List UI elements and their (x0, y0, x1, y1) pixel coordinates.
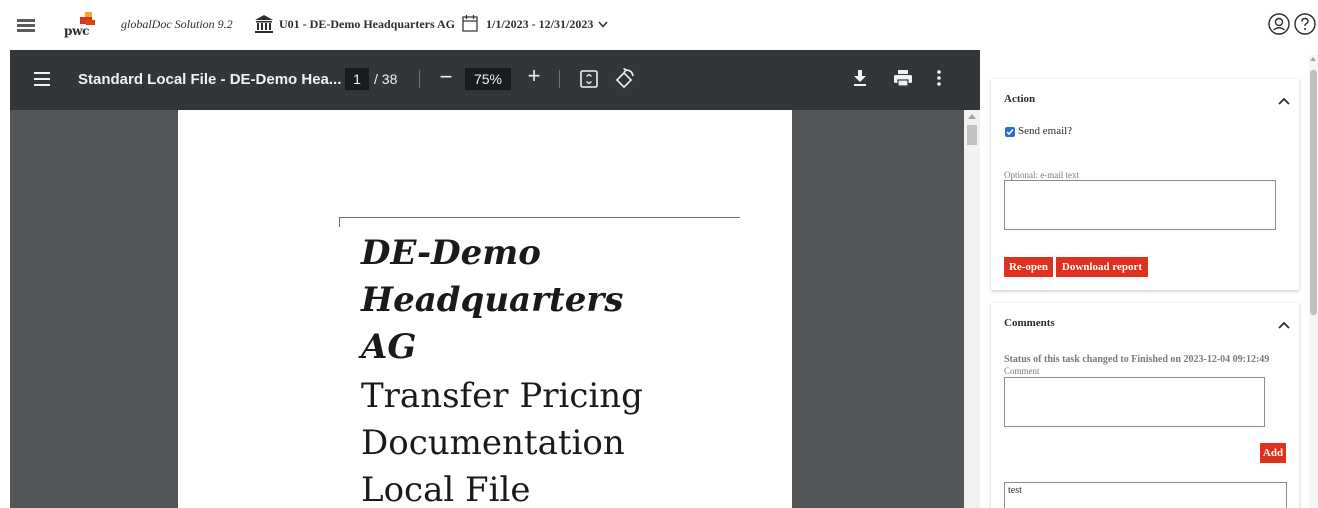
collapse-icon[interactable] (1278, 97, 1290, 105)
chevron-down-icon (598, 21, 608, 28)
pdf-title: Standard Local File - DE-Demo Hea... (78, 71, 342, 88)
help-icon[interactable] (1294, 13, 1316, 35)
fit-page-icon[interactable] (580, 70, 598, 88)
bank-icon (255, 15, 273, 33)
period-text: 1/1/2023 - 12/31/2023 (486, 17, 594, 31)
collapse-icon[interactable] (1278, 321, 1290, 329)
zoom-in-button[interactable]: + (522, 63, 546, 91)
pdf-page: DE-Demo Headquarters AG Transfer Pricing… (178, 110, 792, 508)
zoom-input[interactable]: 75% (465, 68, 511, 90)
scroll-thumb[interactable] (1310, 70, 1317, 315)
reopen-button[interactable]: Re-open (1004, 257, 1053, 277)
entity-selector[interactable]: U01 - DE-Demo Headquarters AG (279, 17, 455, 32)
add-comment-button[interactable]: Add (1260, 443, 1286, 463)
menu-icon[interactable] (17, 19, 35, 33)
action-title: Action (1004, 93, 1036, 105)
logo-text: pwc (64, 24, 90, 38)
comments-card: Comments Status of this task changed to … (991, 303, 1299, 508)
download-report-button[interactable]: Download report (1056, 257, 1148, 277)
page-number-input[interactable]: 1 (345, 68, 369, 90)
zoom-out-button[interactable]: − (434, 64, 458, 92)
scroll-up-arrow[interactable] (968, 114, 976, 119)
print-icon[interactable] (893, 69, 913, 87)
subheading-line: Transfer Pricing (361, 376, 643, 416)
scroll-up-arrow[interactable] (1310, 57, 1316, 61)
send-email-checkbox[interactable] (1005, 127, 1015, 137)
right-panel: Action Send email? Optional: e-mail text… (980, 50, 1318, 508)
action-card: Action Send email? Optional: e-mail text… (991, 79, 1299, 290)
heading-line: AG (361, 327, 417, 367)
existing-comment: test (1004, 482, 1287, 508)
app-title: globalDoc Solution 9.2 (121, 17, 233, 31)
comments-title: Comments (1004, 317, 1055, 329)
rotate-icon[interactable] (614, 68, 636, 90)
subheading-line: Documentation (361, 423, 625, 463)
period-selector[interactable]: 1/1/2023 - 12/31/2023 (486, 17, 608, 32)
email-text-label: Optional: e-mail text (1004, 170, 1079, 180)
download-icon[interactable] (852, 69, 868, 87)
heading-line: Headquarters (361, 280, 624, 320)
email-text-field[interactable] (1004, 180, 1276, 230)
page-total: / 38 (374, 71, 398, 87)
comment-field[interactable] (1004, 377, 1265, 427)
more-icon[interactable] (936, 69, 942, 87)
page-rule (339, 217, 740, 218)
document-heading: DE-Demo Headquarters AG (361, 230, 623, 371)
subheading-line: Local File (361, 470, 531, 508)
panel-scrollbar[interactable] (1309, 55, 1318, 508)
pdf-scrollbar[interactable] (964, 110, 980, 508)
pdf-toolbar: Standard Local File - DE-Demo Hea... 1 /… (10, 50, 980, 110)
user-icon[interactable] (1268, 13, 1290, 35)
status-text: Status of this task changed to Finished … (1004, 354, 1270, 365)
document-subheading: Transfer Pricing Documentation Local Fil… (361, 373, 643, 508)
comment-label: Comment (1004, 366, 1040, 376)
heading-line: DE-Demo (361, 233, 541, 273)
pdf-menu-icon[interactable] (34, 72, 50, 86)
toolbar-divider (559, 70, 560, 88)
toolbar-divider (419, 70, 420, 88)
pwc-logo[interactable]: pwc (62, 10, 102, 42)
page-rule-mark (339, 217, 340, 227)
app-header: pwc globalDoc Solution 9.2 U01 - DE-Demo… (0, 0, 1318, 50)
pdf-viewer: Standard Local File - DE-Demo Hea... 1 /… (10, 50, 980, 508)
send-email-label: Send email? (1018, 125, 1073, 137)
calendar-icon (462, 15, 478, 32)
scroll-thumb[interactable] (967, 125, 977, 145)
